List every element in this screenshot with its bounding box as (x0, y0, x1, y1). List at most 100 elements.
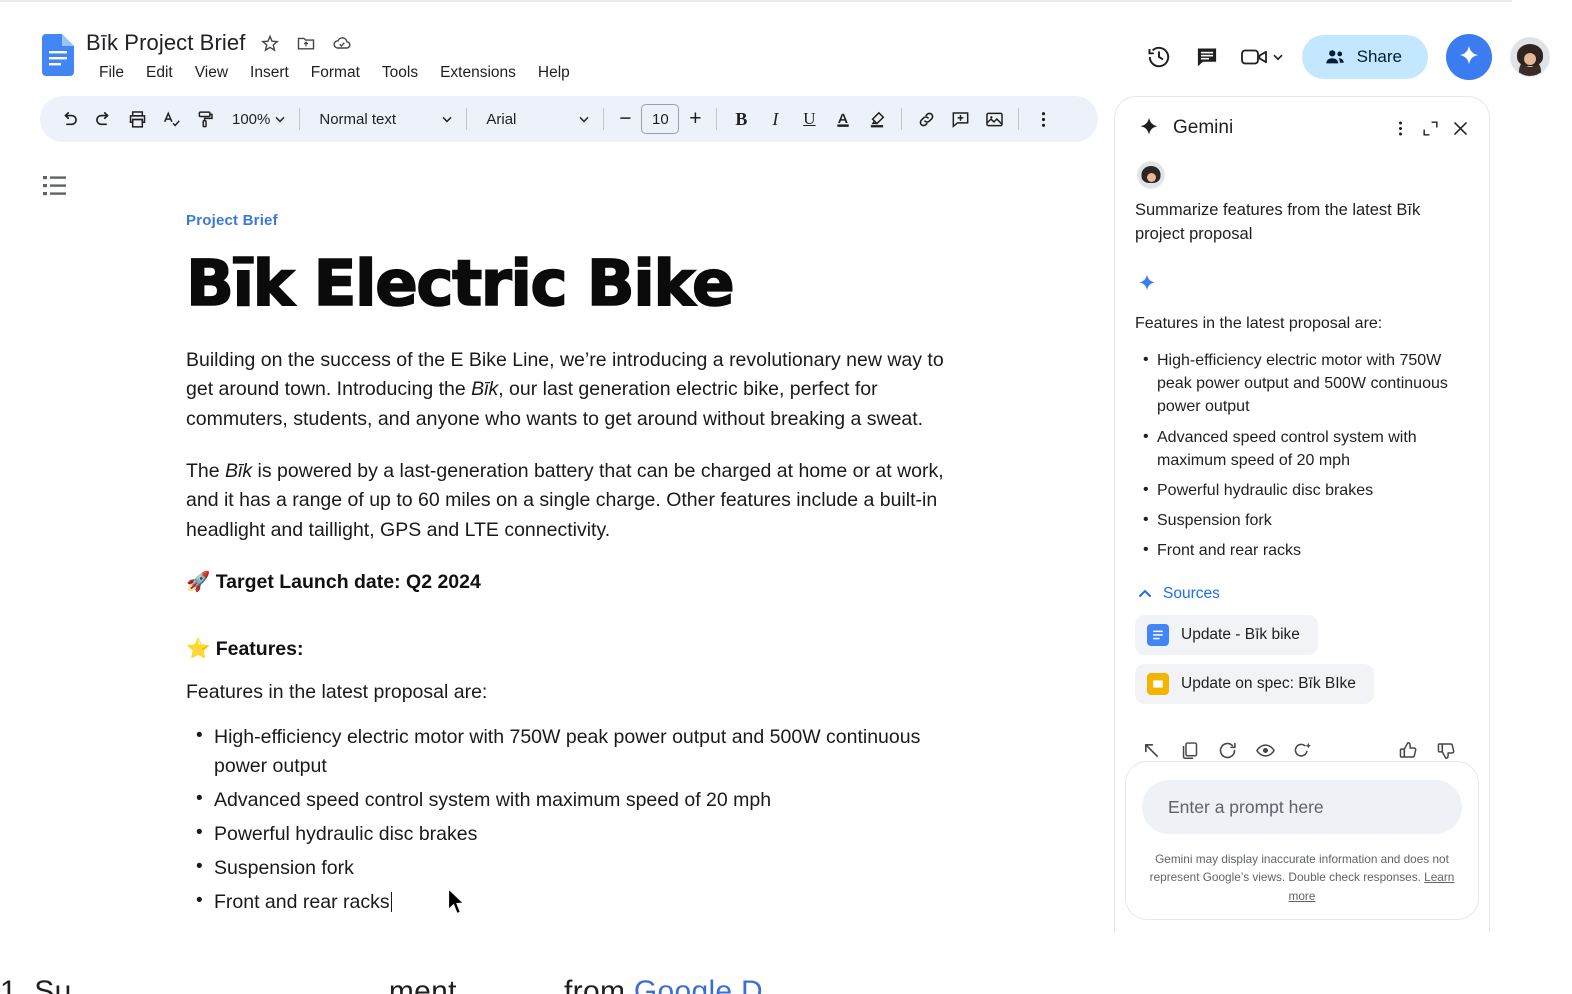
refine-icon[interactable] (1288, 733, 1318, 762)
gemini-sparkle-button[interactable] (1446, 34, 1492, 80)
text-color-button[interactable] (826, 102, 860, 136)
google-slides-icon (1147, 672, 1169, 695)
move-to-folder-icon[interactable] (295, 32, 317, 54)
zoom-control[interactable]: 100% (222, 103, 292, 135)
close-icon[interactable] (1445, 113, 1475, 143)
font-family-select[interactable]: Arial (474, 103, 596, 135)
document-outline-icon[interactable] (42, 172, 74, 202)
source-chip-docs[interactable]: Update - Bīk bike (1135, 614, 1318, 655)
list-item: Powerful hydraulic disc brakes (196, 819, 974, 849)
gemini-prompt-footer: Enter a prompt here Gemini may display i… (1125, 761, 1479, 920)
menu-format[interactable]: Format (300, 62, 371, 84)
underline-button[interactable]: U (792, 102, 826, 136)
gemini-disclaimer: Gemini may display inaccurate informatio… (1142, 850, 1462, 905)
launch-date-heading: 🚀 Target Launch date: Q2 2024 (186, 568, 976, 597)
gemini-more-options-icon[interactable] (1385, 113, 1415, 143)
google-docs-logo-icon[interactable] (42, 34, 74, 76)
clipped-bottom-text: 1. Su ment from Google D (0, 975, 1120, 994)
formatting-toolbar: 100% Normal text Arial − 10 + B I U (40, 96, 1098, 142)
paint-format-icon[interactable] (188, 102, 222, 136)
clip-part-a: 1. Su (0, 975, 72, 994)
document-page[interactable]: Project Brief Bīk Electric Bike Building… (86, 160, 1086, 935)
disclaimer-line-1: Gemini may display inaccurate informatio… (1155, 852, 1449, 867)
features-heading-text: Features: (215, 637, 304, 660)
increase-font-size-button[interactable]: + (681, 105, 709, 133)
sources-list: Update - Bīk bike Update on spec: Bīk BI… (1135, 614, 1469, 713)
list-item: Powerful hydraulic disc brakes (1143, 478, 1469, 502)
toolbar-divider (466, 108, 468, 130)
copy-icon[interactable] (1175, 733, 1205, 762)
gemini-response-sparkle-icon (1139, 274, 1155, 291)
preview-icon[interactable] (1250, 733, 1280, 762)
google-docs-icon (1147, 623, 1169, 646)
spellcheck-icon[interactable] (154, 102, 188, 136)
clipped-bottom-text-row: 1. Su ment from Google D (0, 975, 1120, 994)
clip-part-b: ment (388, 975, 457, 994)
gemini-response-list: High-efficiency electric motor with 750W… (1135, 348, 1469, 563)
font-size-input[interactable]: 10 (641, 104, 680, 134)
share-button[interactable]: Share (1301, 35, 1428, 79)
meet-call-button[interactable] (1240, 46, 1284, 68)
paragraph-style-select[interactable]: Normal text (307, 103, 459, 135)
sources-toggle[interactable]: Sources (1137, 585, 1469, 603)
bold-button[interactable]: B (724, 102, 758, 136)
gemini-conversation: Summarize features from the latest Bīk p… (1115, 149, 1489, 761)
chevron-down-icon (1273, 54, 1283, 61)
gemini-user-prompt: Summarize features from the latest Bīk p… (1135, 201, 1421, 243)
refresh-icon[interactable] (1212, 733, 1242, 762)
user-avatar[interactable] (1510, 37, 1550, 77)
google-docs-window: Bīk Project Brief File Edit View Insert … (0, 0, 1572, 994)
list-item: Suspension fork (1143, 508, 1469, 532)
clip-part-c: from (564, 975, 634, 994)
menu-insert[interactable]: Insert (239, 62, 300, 84)
comment-history-icon[interactable] (1192, 42, 1222, 72)
star-emoji-icon: ⭐ (186, 637, 211, 660)
insert-image-icon[interactable] (977, 102, 1011, 136)
undo-icon[interactable] (52, 102, 86, 136)
gemini-user-avatar (1137, 161, 1165, 189)
chevron-down-icon (579, 116, 589, 123)
document-title-row: Bīk Project Brief (86, 30, 353, 56)
print-icon[interactable] (120, 102, 154, 136)
decrease-font-size-button[interactable]: − (611, 105, 639, 133)
menu-file[interactable]: File (88, 62, 135, 84)
gemini-panel-header: Gemini (1115, 97, 1489, 149)
menu-tools[interactable]: Tools (371, 62, 429, 84)
thumbs-up-icon[interactable] (1394, 733, 1424, 762)
gemini-response-actions (1137, 733, 1469, 762)
document-title[interactable]: Bīk Project Brief (86, 30, 245, 56)
toolbar-divider (299, 108, 301, 130)
add-comment-icon[interactable] (943, 102, 977, 136)
highlight-pen-icon[interactable] (860, 102, 894, 136)
menu-edit[interactable]: Edit (135, 62, 184, 84)
gemini-panel-title: Gemini (1173, 117, 1234, 138)
list-item: Front and rear racks (196, 887, 974, 917)
list-item: Front and rear racks (1143, 538, 1469, 562)
italic-button[interactable]: I (758, 102, 792, 136)
more-options-icon[interactable] (1026, 102, 1060, 136)
toolbar-divider (716, 108, 718, 130)
document-heading: Bīk Electric Bike (185, 247, 735, 320)
chevron-down-icon (442, 116, 452, 123)
toolbar-divider (603, 108, 605, 130)
version-history-icon[interactable] (1144, 42, 1174, 72)
expand-panel-icon[interactable] (1415, 113, 1445, 143)
redo-icon[interactable] (86, 102, 120, 136)
star-icon[interactable] (259, 32, 281, 54)
source-chip-slides[interactable]: Update on spec: Bīk BIke (1135, 663, 1374, 704)
launch-date-text: Target Launch date: Q2 2024 (215, 570, 481, 593)
menu-help[interactable]: Help (527, 62, 581, 84)
cloud-saved-icon[interactable] (331, 32, 353, 54)
menu-view[interactable]: View (184, 62, 239, 84)
source-chip-label: Update - Bīk bike (1181, 625, 1300, 643)
menu-bar: File Edit View Insert Format Tools Exten… (88, 62, 581, 84)
sources-label: Sources (1163, 584, 1220, 602)
gemini-prompt-input[interactable]: Enter a prompt here (1142, 780, 1462, 835)
thumbs-down-icon[interactable] (1431, 733, 1461, 762)
insert-link-icon[interactable] (909, 102, 943, 136)
insert-into-document-icon[interactable] (1137, 733, 1167, 762)
source-chip-label: Update on spec: Bīk BIke (1181, 674, 1356, 692)
menu-extensions[interactable]: Extensions (429, 62, 527, 84)
list-item: Advanced speed control system with maxim… (1143, 425, 1469, 472)
gemini-response-lead: Features in the latest proposal are: (1135, 314, 1383, 332)
